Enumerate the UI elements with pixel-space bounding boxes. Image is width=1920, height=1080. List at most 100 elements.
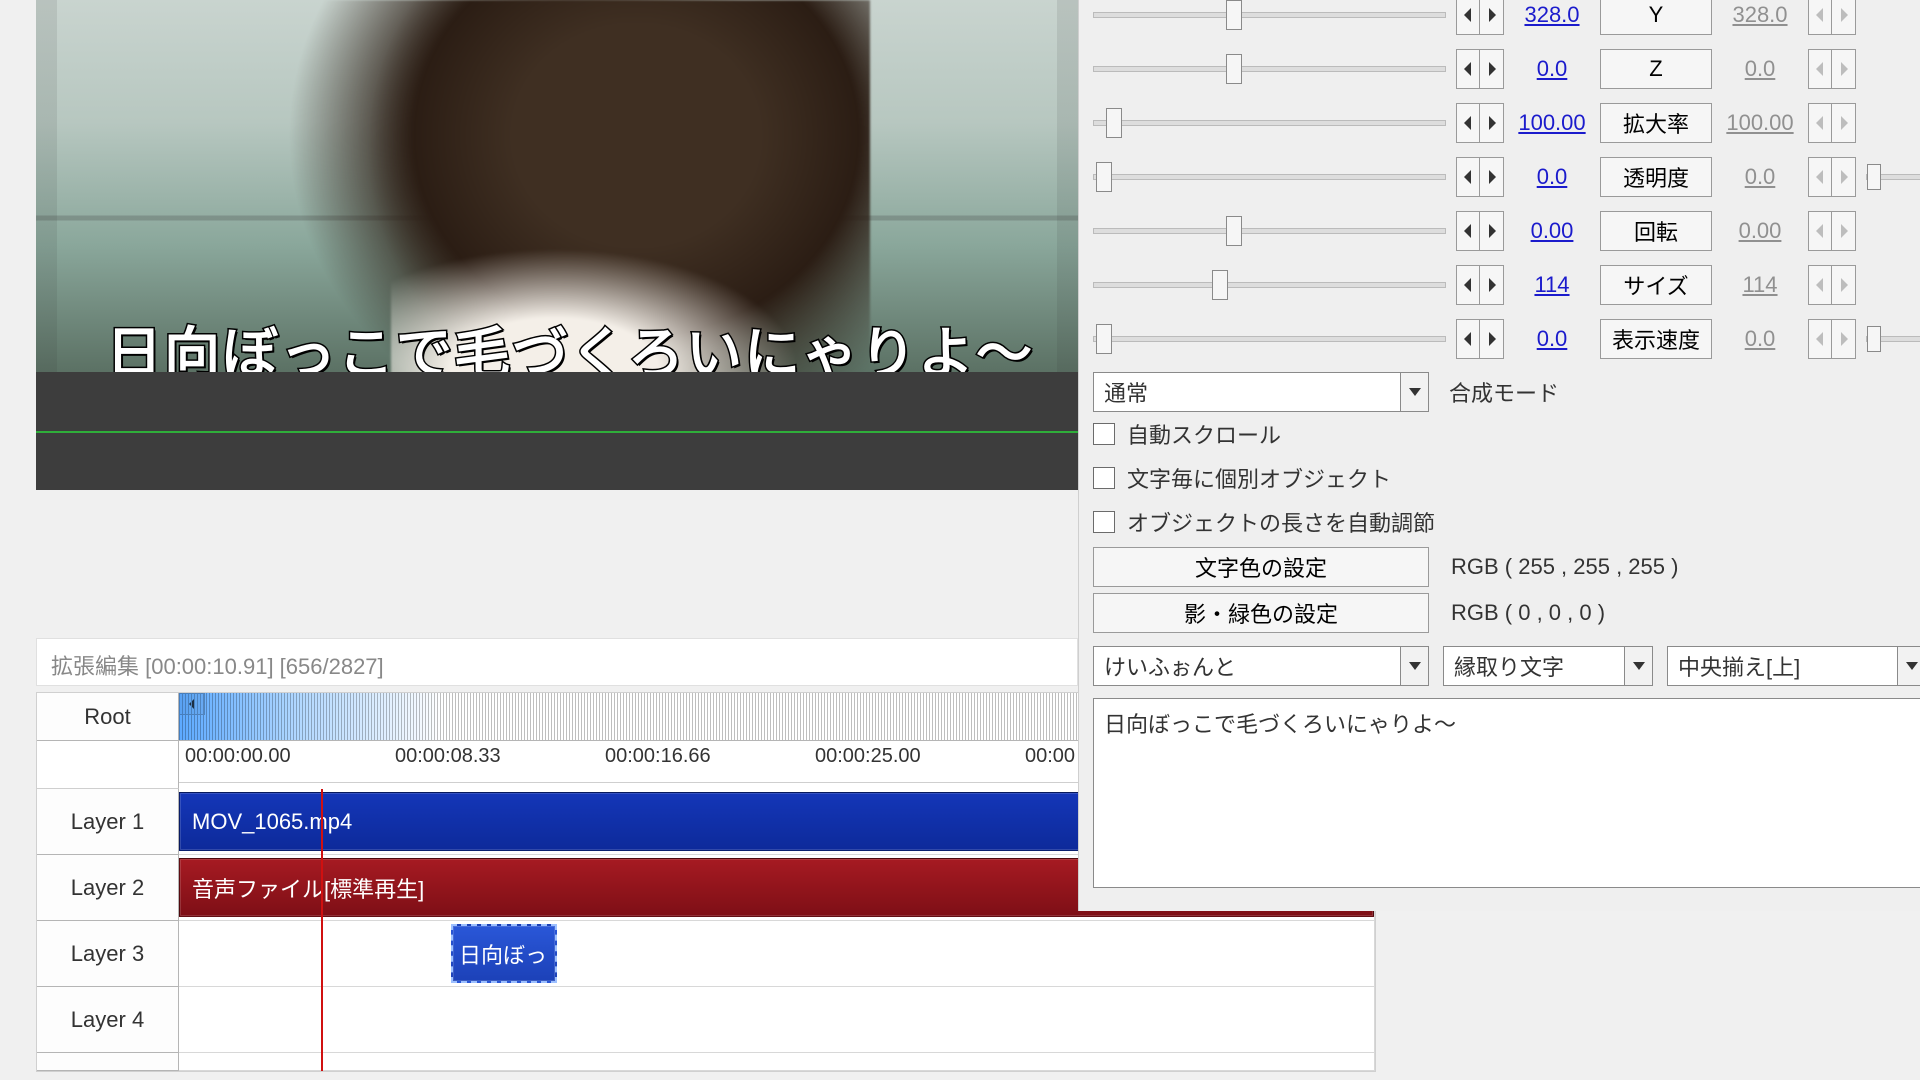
stepper-left-icon[interactable]: [1456, 265, 1480, 305]
stepper-left-icon[interactable]: [1808, 211, 1832, 251]
prop-label-button[interactable]: Z: [1600, 49, 1712, 89]
stepper-left-icon[interactable]: [1808, 0, 1832, 35]
stepper-left-icon[interactable]: [1808, 319, 1832, 359]
shadow-color-button[interactable]: 影・緑色の設定: [1093, 593, 1429, 633]
prop-value-end[interactable]: 0.0: [1722, 56, 1798, 82]
prop-slider[interactable]: [1093, 326, 1446, 352]
stepper-right-icon[interactable]: [1480, 319, 1504, 359]
stepper-right-icon[interactable]: [1832, 49, 1856, 89]
layer-label-5[interactable]: [37, 1053, 179, 1071]
stepper-right-icon[interactable]: [1480, 0, 1504, 35]
ruler-tick: 00:00:00.00: [185, 745, 291, 768]
checkbox-icon[interactable]: [1093, 423, 1115, 445]
prop-label-button[interactable]: 回転: [1600, 211, 1712, 251]
prop-slider[interactable]: [1093, 272, 1446, 298]
align-select[interactable]: 中央揃え[上]: [1667, 646, 1920, 686]
clip-text[interactable]: 日向ぼっ: [451, 924, 557, 983]
align-select-value: 中央揃え[上]: [1668, 650, 1897, 682]
checkbox-icon[interactable]: [1093, 511, 1115, 533]
prop-value-start[interactable]: 100.00: [1514, 110, 1590, 136]
layer-label-1[interactable]: Layer 1: [37, 789, 179, 855]
stepper-left-icon[interactable]: [1456, 103, 1480, 143]
prop-value-start[interactable]: 114: [1514, 272, 1590, 298]
check-auto-length-row[interactable]: オブジェクトの長さを自動調節: [1093, 500, 1920, 544]
layer-track-3[interactable]: 日向ぼっ: [179, 921, 1375, 987]
layer-label-2[interactable]: Layer 2: [37, 855, 179, 921]
check-label: オブジェクトの長さを自動調節: [1127, 506, 1435, 538]
layer-track-5[interactable]: [179, 1053, 1375, 1071]
stepper-right-icon[interactable]: [1832, 103, 1856, 143]
check-auto-scroll-row[interactable]: 自動スクロール: [1093, 412, 1920, 456]
checkbox-icon[interactable]: [1093, 467, 1115, 489]
stepper-left-icon[interactable]: [1456, 319, 1480, 359]
prop-row-拡大率: 100.00 拡大率 100.00: [1093, 96, 1920, 150]
stepper-right-icon[interactable]: [1480, 49, 1504, 89]
prop-value-end[interactable]: 328.0: [1722, 2, 1798, 28]
check-label: 文字毎に個別オブジェクト: [1127, 462, 1391, 494]
stepper-left-icon[interactable]: [1808, 49, 1832, 89]
prop-value-end[interactable]: 100.00: [1722, 110, 1798, 136]
ruler-tick: 00:00: [1025, 745, 1075, 768]
stepper-left-icon[interactable]: [1456, 0, 1480, 35]
stepper-right-icon[interactable]: [1832, 319, 1856, 359]
prop-value-start[interactable]: 0.0: [1514, 164, 1590, 190]
chevron-down-icon: [1400, 373, 1428, 411]
layer-label-4[interactable]: Layer 4: [37, 987, 179, 1053]
chevron-down-icon: [1897, 647, 1920, 685]
timeline-root-button[interactable]: Root: [37, 693, 179, 741]
prop-label-button[interactable]: 拡大率: [1600, 103, 1712, 143]
stepper-left-icon[interactable]: [1808, 265, 1832, 305]
style-select[interactable]: 縁取り文字: [1443, 646, 1653, 686]
check-per-char-row[interactable]: 文字毎に個別オブジェクト: [1093, 456, 1920, 500]
stepper-left-icon[interactable]: [1456, 49, 1480, 89]
prop-slider[interactable]: [1093, 56, 1446, 82]
stepper-right-icon[interactable]: [1480, 157, 1504, 197]
blend-mode-value: 通常: [1094, 376, 1400, 408]
prop-label-button[interactable]: Y: [1600, 0, 1712, 35]
stepper-right-icon[interactable]: [1832, 265, 1856, 305]
prop-value-start[interactable]: 0.0: [1514, 56, 1590, 82]
layer-track-4[interactable]: [179, 987, 1375, 1053]
prop-value-end[interactable]: 0.0: [1722, 164, 1798, 190]
prop-slider[interactable]: [1093, 2, 1446, 28]
stepper-right-icon[interactable]: [1480, 103, 1504, 143]
stepper-left-icon[interactable]: [1808, 157, 1832, 197]
stepper-left-icon[interactable]: [1456, 157, 1480, 197]
stepper-right-icon[interactable]: [1832, 211, 1856, 251]
chevron-down-icon: [1400, 647, 1428, 685]
stepper-left-icon[interactable]: [1456, 211, 1480, 251]
prop-slider[interactable]: [1093, 218, 1446, 244]
prop-row-回転: 0.00 回転 0.00: [1093, 204, 1920, 258]
prop-label-button[interactable]: サイズ: [1600, 265, 1712, 305]
prop-slider-end[interactable]: [1866, 164, 1920, 190]
prop-row-サイズ: 114 サイズ 114: [1093, 258, 1920, 312]
stepper-right-icon[interactable]: [1832, 157, 1856, 197]
prop-value-end[interactable]: 0.00: [1722, 218, 1798, 244]
layer-label-3[interactable]: Layer 3: [37, 921, 179, 987]
prop-value-start[interactable]: 328.0: [1514, 2, 1590, 28]
prop-value-end[interactable]: 114: [1722, 272, 1798, 298]
prop-label-button[interactable]: 透明度: [1600, 157, 1712, 197]
shadow-color-rgb: RGB ( 0 , 0 , 0 ): [1451, 600, 1605, 626]
prop-slider[interactable]: [1093, 164, 1446, 190]
subtitle-text-input[interactable]: [1093, 698, 1920, 888]
prop-slider-end[interactable]: [1866, 326, 1920, 352]
text-color-button[interactable]: 文字色の設定: [1093, 547, 1429, 587]
font-select[interactable]: けいふぉんと: [1093, 646, 1429, 686]
prop-value-start[interactable]: 0.0: [1514, 326, 1590, 352]
audio-waveform-strip: [36, 372, 1078, 490]
prop-label-button[interactable]: 表示速度: [1600, 319, 1712, 359]
prop-value-start[interactable]: 0.00: [1514, 218, 1590, 244]
stepper-right-icon[interactable]: [1480, 211, 1504, 251]
stepper-right-icon[interactable]: [1480, 265, 1504, 305]
chevron-down-icon: [1624, 647, 1652, 685]
blend-mode-label: 合成モード: [1449, 376, 1559, 408]
text-color-rgb: RGB ( 255 , 255 , 255 ): [1451, 554, 1678, 580]
stepper-right-icon[interactable]: [1832, 0, 1856, 35]
properties-panel: 328.0 Y 328.0 0.0 Z 0.0 100.00 拡大率 100.00 0.0 透明度 0…: [1078, 0, 1920, 911]
timeline-window-title: 拡張編集 [00:00:10.91] [656/2827]: [36, 638, 1078, 686]
blend-mode-select[interactable]: 通常: [1093, 372, 1429, 412]
prop-value-end[interactable]: 0.0: [1722, 326, 1798, 352]
stepper-left-icon[interactable]: [1808, 103, 1832, 143]
prop-slider[interactable]: [1093, 110, 1446, 136]
